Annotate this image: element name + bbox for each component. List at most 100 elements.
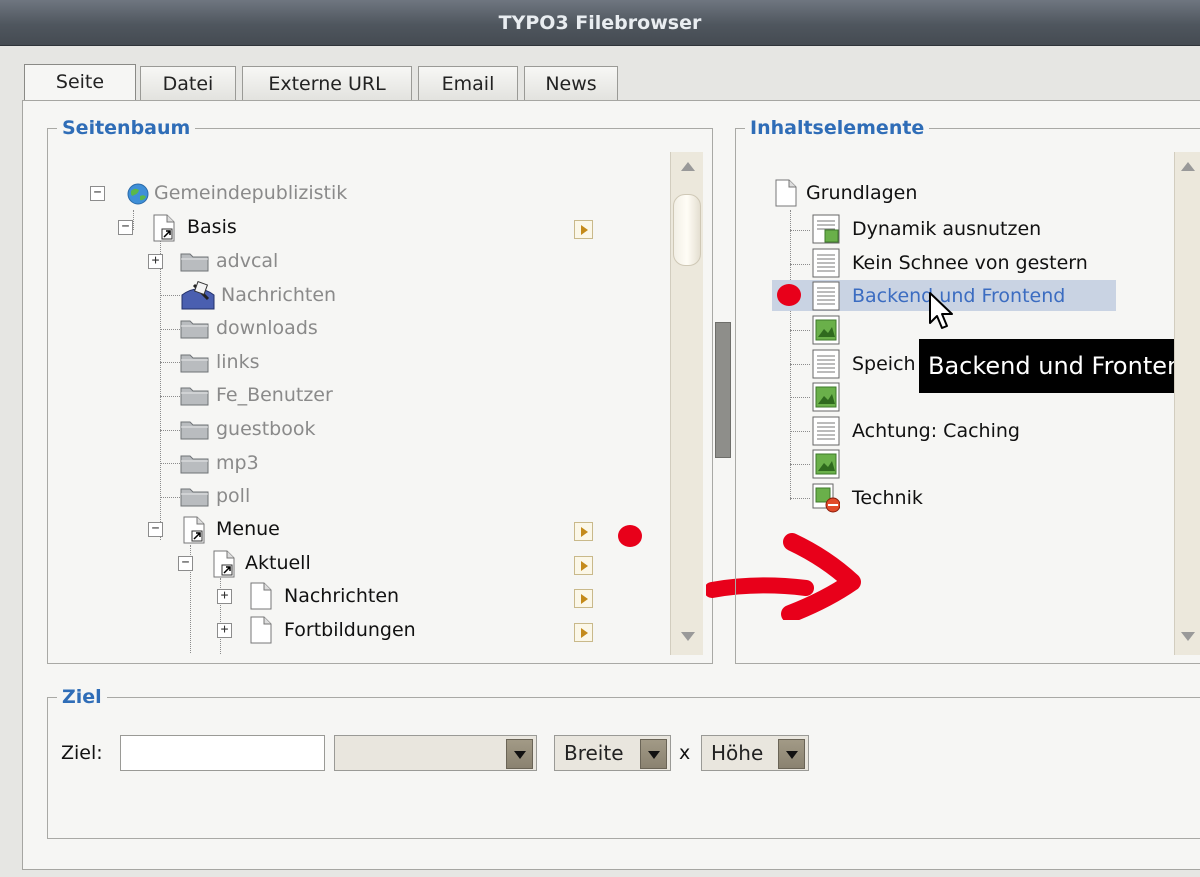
tree-node-nachrichten-folder[interactable]: Nachrichten: [180, 280, 430, 310]
tree-node-label: advcal: [216, 250, 279, 272]
expand-icon[interactable]: +: [217, 623, 232, 638]
tree-node-fortbildungen[interactable]: + Fortbildungen: [217, 615, 517, 645]
select-page-aktuell-button[interactable]: [574, 556, 593, 575]
content-element-label: Speich: [852, 353, 916, 375]
content-scrollbar[interactable]: [1174, 152, 1200, 655]
tree-node-menue[interactable]: − Menue: [148, 514, 448, 544]
page-icon: [250, 582, 272, 610]
image-icon: [812, 315, 840, 345]
scroll-down-icon[interactable]: [1181, 632, 1195, 641]
hoehe-select[interactable]: Höhe: [701, 735, 809, 771]
collapse-icon[interactable]: −: [178, 556, 193, 571]
select-page-menue-button[interactable]: [574, 522, 593, 541]
tree-node-label: mp3: [216, 452, 259, 474]
hidden-image-icon: [812, 483, 840, 513]
tab-email[interactable]: Email: [418, 66, 518, 101]
ziel-target-input[interactable]: [120, 735, 325, 771]
folder-icon: [180, 320, 209, 339]
image-icon: [812, 382, 840, 412]
content-root-grundlagen[interactable]: Grundlagen: [774, 178, 1074, 208]
content-element-item[interactable]: Kein Schnee von gestern: [812, 248, 1142, 278]
tree-node-label: Nachrichten: [284, 585, 400, 607]
expand-icon[interactable]: +: [148, 254, 163, 269]
collapse-icon[interactable]: −: [118, 220, 133, 235]
seitenbaum-legend: Seitenbaum: [57, 115, 196, 141]
panel-splitter-handle[interactable]: [715, 322, 731, 458]
image-icon: [812, 449, 840, 479]
tab-news[interactable]: News: [524, 66, 618, 101]
breite-select[interactable]: Breite: [554, 735, 671, 771]
tree-node-nachrichten-page[interactable]: + Nachrichten: [217, 581, 517, 611]
expand-icon[interactable]: +: [217, 589, 232, 604]
scroll-up-icon[interactable]: [681, 162, 695, 171]
mouse-cursor-icon: [929, 292, 953, 329]
tree-node-label: Nachrichten: [221, 284, 337, 306]
select-page-basis-button[interactable]: [574, 220, 593, 239]
folder-icon: [180, 488, 209, 507]
ziel-label: Ziel:: [61, 742, 103, 764]
tree-node-label: downloads: [216, 317, 318, 339]
content-element-label: Backend und Frontend: [852, 285, 1066, 307]
annotation-dot: [777, 284, 801, 306]
tree-node-fe-benutzer[interactable]: Fe_Benutzer: [180, 380, 430, 410]
tree-node-gemeindepublizistik[interactable]: − Gemeindepublizistik: [90, 178, 390, 208]
tree-node-label: Gemeindepublizistik: [154, 182, 348, 204]
tree-node-links[interactable]: links: [180, 347, 430, 377]
content-element-item[interactable]: [812, 449, 1142, 479]
text-image-icon: [812, 214, 840, 244]
content-root-label: Grundlagen: [806, 182, 918, 204]
tree-node-label: Basis: [187, 216, 237, 238]
tree-node-aktuell[interactable]: − Aktuell: [178, 548, 478, 578]
text-icon: [812, 349, 840, 379]
select-page-nachrichten-button[interactable]: [574, 589, 593, 608]
tree-node-guestbook[interactable]: guestbook: [180, 414, 430, 444]
tree-node-label: poll: [216, 485, 251, 507]
content-element-label: Dynamik ausnutzen: [852, 218, 1042, 240]
ziel-target-select[interactable]: [334, 735, 537, 771]
news-sysfolder-icon: [181, 281, 215, 310]
text-icon: [812, 416, 840, 446]
tab-externe-url[interactable]: Externe URL: [242, 66, 412, 101]
annotation-dot: [618, 525, 642, 547]
tree-node-poll[interactable]: poll: [180, 481, 430, 511]
content-element-item-selected[interactable]: Backend und Frontend: [812, 281, 1142, 311]
inhaltselemente-legend: Inhaltselemente: [745, 115, 930, 141]
tree-scroll-thumb[interactable]: [673, 194, 701, 266]
tab-seite[interactable]: Seite: [24, 64, 136, 101]
ziel-legend: Ziel: [57, 684, 107, 710]
chevron-down-icon[interactable]: [506, 739, 533, 769]
tree-node-basis[interactable]: − Basis: [118, 212, 418, 242]
tree-node-label: Fe_Benutzer: [216, 384, 333, 406]
select-page-fortbildungen-button[interactable]: [574, 623, 593, 642]
tree-node-label: links: [216, 351, 260, 373]
page-icon: [250, 616, 272, 644]
collapse-icon[interactable]: −: [148, 522, 163, 537]
folder-icon: [180, 387, 209, 406]
content-element-label: Achtung: Caching: [852, 420, 1020, 442]
tree-node-mp3[interactable]: mp3: [180, 448, 430, 478]
tree-node-label: guestbook: [216, 418, 316, 440]
tree-node-advcal[interactable]: + advcal: [148, 246, 398, 276]
scroll-down-icon[interactable]: [681, 632, 695, 641]
content-element-item[interactable]: Achtung: Caching: [812, 416, 1142, 446]
page-shortcut-icon: [183, 516, 205, 544]
scroll-up-icon[interactable]: [1181, 162, 1195, 171]
size-separator: x: [679, 742, 691, 764]
content-element-item[interactable]: Dynamik ausnutzen: [812, 214, 1142, 244]
folder-icon: [180, 421, 209, 440]
tooltip: Backend und Frontend: [919, 339, 1200, 393]
page-shortcut-icon: [153, 214, 175, 242]
tree-node-downloads[interactable]: downloads: [180, 313, 430, 343]
text-icon: [812, 248, 840, 278]
tab-datei[interactable]: Datei: [140, 66, 236, 101]
chevron-down-icon[interactable]: [778, 739, 805, 769]
text-icon: [812, 281, 840, 311]
collapse-icon[interactable]: −: [90, 186, 105, 201]
window-title: TYPO3 Filebrowser: [0, 0, 1200, 46]
content-element-item[interactable]: Technik: [812, 483, 1142, 513]
tree-scrollbar[interactable]: [670, 152, 703, 655]
tree-node-label: Aktuell: [245, 552, 311, 574]
page-shortcut-icon: [213, 550, 235, 578]
tree-node-label: Fortbildungen: [284, 619, 416, 641]
chevron-down-icon[interactable]: [640, 739, 667, 769]
